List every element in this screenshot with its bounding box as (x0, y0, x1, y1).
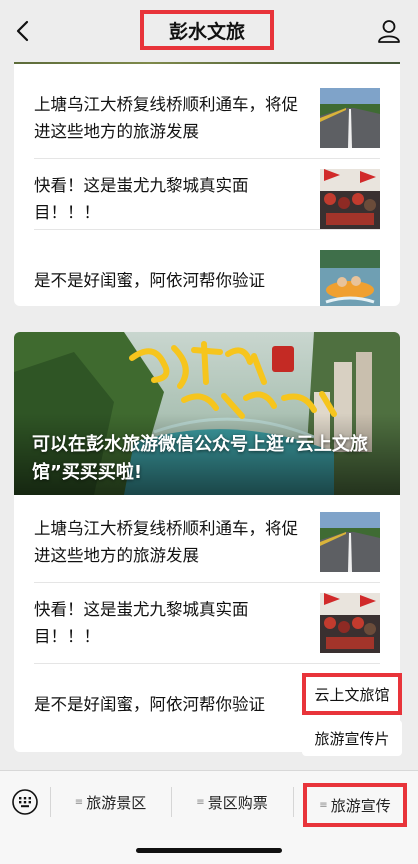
article-title: 快看！这是蚩尤九黎城真实面目！！！ (34, 600, 249, 646)
road-bridge-photo (320, 512, 380, 572)
menu-lines-icon: ≡ (319, 799, 328, 811)
article-group-1: 上塘乌江大桥复线桥顺利通车，将促进这些地方的旅游发展 快看！这是蚩尤九黎城真实面… (14, 48, 400, 306)
article-item[interactable]: 快看！这是蚩尤九黎城真实面目！！！ (14, 583, 400, 663)
menu-lines-icon: ≡ (196, 796, 205, 808)
article-item[interactable]: 是不是好闺蜜，阿依河帮你验证 (14, 240, 400, 306)
menu-tab-label: 旅游景区 (86, 793, 147, 812)
submenu-item-cloud-culture-hall[interactable]: 云上文旅馆 (302, 673, 402, 715)
back-button[interactable] (10, 16, 38, 46)
page-title: 彭水文旅 (140, 10, 274, 50)
article-item[interactable]: 上塘乌江大桥复线桥顺利通车，将促进这些地方的旅游发展 (14, 78, 400, 158)
menu-tab-label: 旅游宣传 (330, 796, 391, 815)
festival-crowd-photo (320, 169, 380, 229)
article-title: 是不是好闺蜜，阿依河帮你验证 (34, 694, 265, 714)
menu-lines-icon: ≡ (74, 796, 84, 808)
chevron-left-icon (16, 20, 29, 42)
user-icon (378, 20, 400, 43)
article-title: 是不是好闺蜜，阿依河帮你验证 (34, 270, 265, 290)
article-title: 上塘乌江大桥复线桥顺利通车，将促进这些地方的旅游发展 (34, 95, 298, 141)
festival-crowd-photo (320, 593, 380, 653)
article-item[interactable]: 快看！这是蚩尤九黎城真实面目！！！ (14, 159, 400, 239)
hero-article[interactable]: 可以在彭水旅游微信公众号上逛“云上文旅馆”买买买啦! (14, 332, 400, 495)
river-rafting-photo (320, 250, 380, 306)
keyboard-toggle-button[interactable] (10, 787, 40, 817)
road-bridge-photo (320, 88, 380, 148)
article-title: 快看！这是蚩尤九黎城真实面目！！！ (34, 176, 249, 222)
profile-button[interactable] (376, 18, 402, 44)
article-title: 上塘乌江大桥复线桥顺利通车，将促进这些地方的旅游发展 (34, 519, 298, 565)
menu-tab-scenic-spots[interactable]: ≡ 旅游景区 (51, 779, 170, 825)
submenu-item-promo-video[interactable]: 旅游宣传片 (302, 720, 402, 756)
top-navigation-bar: 彭水文旅 (0, 0, 418, 62)
hero-calligraphy (124, 338, 344, 428)
menu-tab-promotion[interactable]: ≡ 旅游宣传 (303, 783, 407, 827)
menu-separator (293, 787, 294, 817)
menu-tab-ticketing[interactable]: ≡ 景区购票 (172, 779, 292, 825)
keyboard-icon (12, 789, 38, 815)
article-item[interactable]: 上塘乌江大桥复线桥顺利通车，将促进这些地方的旅游发展 (14, 502, 400, 582)
menu-tab-label: 景区购票 (207, 793, 268, 812)
home-indicator (136, 848, 282, 853)
divider (34, 229, 380, 230)
hero-caption: 可以在彭水旅游微信公众号上逛“云上文旅馆”买买买啦! (32, 434, 368, 483)
